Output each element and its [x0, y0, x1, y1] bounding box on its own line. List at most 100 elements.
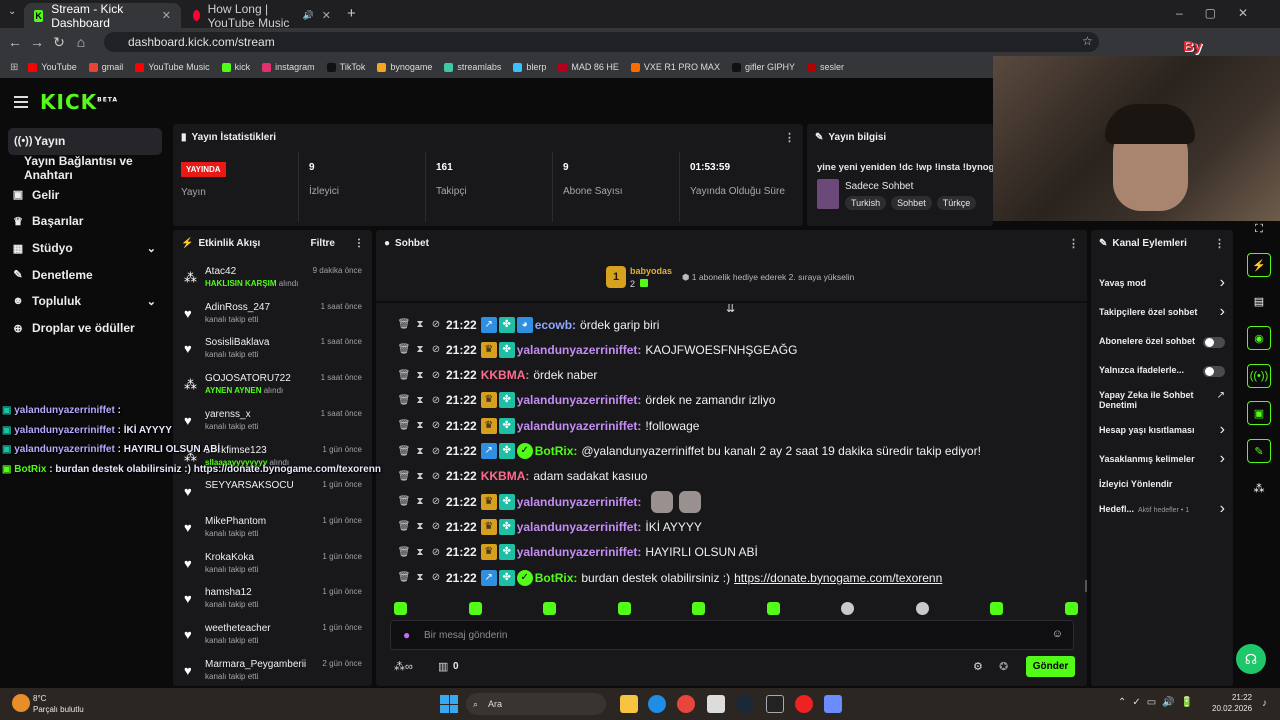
chat-username[interactable]: BotRix:	[535, 444, 578, 458]
chrome-icon[interactable]	[677, 695, 695, 713]
support-chat-icon[interactable]: ☊	[1236, 644, 1266, 674]
chevron-right-icon[interactable]: ›	[1220, 500, 1225, 518]
sidebar-item-droplar[interactable]: ⊕ Droplar ve ödüller	[0, 315, 170, 342]
channel-action-item[interactable]: Yavaş mod	[1099, 278, 1227, 288]
ban-icon[interactable]: ⊘	[428, 521, 444, 532]
chevron-right-icon[interactable]: ›	[1220, 450, 1225, 468]
wrench-icon[interactable]: ✎	[1247, 439, 1271, 463]
tab-search-icon[interactable]: ⌄	[8, 6, 16, 17]
quick-emote[interactable]	[1064, 602, 1078, 615]
chat-input-box[interactable]: ● Bir mesaj gönderin ☺	[390, 620, 1074, 650]
sidebar-item-stream-key[interactable]: Yayın Bağlantısı ve Anahtarı	[0, 154, 170, 182]
weather-temp[interactable]: 8°C	[33, 694, 46, 703]
chat-message[interactable]: 🗑 ⧗ ⊘ 21:22 ♛ ✤ yalandunyazerriniffet: !followa…	[396, 413, 699, 438]
channel-action-item[interactable]: Yasaklanmış kelimeler	[1099, 454, 1227, 464]
toggle-switch[interactable]	[1203, 366, 1225, 377]
channel-action-item[interactable]: Yapay Zeka ile Sohbet Denetimi	[1099, 390, 1227, 410]
filter-button[interactable]: Filtre	[311, 238, 335, 249]
chat-message[interactable]: 🗑 ⧗ ⊘ 21:22 ♛ ✤ yalandunyazerriniffet: İKİ AYYY…	[396, 514, 702, 539]
kebab-menu-icon[interactable]: ⋮	[354, 238, 364, 249]
timeout-icon[interactable]: ⧗	[412, 344, 428, 355]
activity-item[interactable]: ♥ AdinRoss_247 kanalı takip etti 1 saat önc…	[173, 298, 368, 334]
pinned-user[interactable]: babyodas	[630, 266, 672, 276]
timeout-icon[interactable]: ⧗	[412, 572, 428, 583]
bookmark-item[interactable]: VXE R1 PRO MAX	[630, 62, 720, 72]
system-tray-icons[interactable]: ⌃✓▭🔊🔋	[1118, 697, 1199, 708]
bookmark-item[interactable]: blerp	[513, 62, 546, 72]
chat-username[interactable]: yalandunyazerriniffet:	[517, 545, 642, 559]
epic-games-icon[interactable]	[766, 695, 784, 713]
bookmark-item[interactable]: gifler GIPHY	[731, 62, 795, 72]
ban-icon[interactable]: ⊘	[428, 572, 444, 583]
delete-icon[interactable]: 🗑	[396, 344, 412, 355]
edge-icon[interactable]	[648, 695, 666, 713]
activity-item[interactable]: ♥ weetheteacher kanalı takip etti 1 gün önc…	[173, 619, 368, 655]
timeout-icon[interactable]: ⧗	[412, 420, 428, 431]
notes-icon[interactable]: ▤	[1247, 289, 1271, 313]
bookmark-item[interactable]: sesler	[806, 62, 844, 72]
ban-icon[interactable]: ⊘	[428, 496, 444, 507]
bookmark-item[interactable]: TikTok	[326, 62, 365, 72]
quick-emote[interactable]	[841, 602, 854, 615]
apps-grid-icon[interactable]: ⊞	[10, 62, 18, 73]
chat-message[interactable]: 🗑 ⧗ ⊘ 21:22 KKBMA: ördek naber	[396, 363, 598, 388]
chat-message[interactable]: 🗑 ⧗ ⊘ 21:22 ↗ ✤ ✓ BotRix: burdan destek olabilir…	[396, 565, 942, 590]
ban-icon[interactable]: ⊘	[428, 370, 444, 381]
delete-icon[interactable]: 🗑	[396, 547, 412, 558]
reload-icon[interactable]: ↻	[48, 34, 70, 51]
chevron-right-icon[interactable]: ›	[1220, 303, 1225, 321]
weather-text[interactable]: Parçalı bulutlu	[33, 705, 84, 714]
channel-action-item[interactable]: İzleyici Yönlendir	[1099, 479, 1227, 489]
mod-shield-icon[interactable]: ✪	[999, 660, 1008, 673]
bookmark-item[interactable]: bynogame	[377, 62, 432, 72]
tab-kick-dashboard[interactable]: K Stream - Kick Dashboard ✕	[24, 2, 181, 30]
delete-icon[interactable]: 🗑	[396, 319, 412, 330]
steam-icon[interactable]	[736, 695, 754, 713]
delete-icon[interactable]: 🗑	[396, 521, 412, 532]
bookmark-item[interactable]: MAD 86 HE	[558, 62, 619, 72]
chat-scrollbar[interactable]	[1085, 580, 1087, 592]
store-icon[interactable]	[707, 695, 725, 713]
chat-username[interactable]: yalandunyazerriniffet:	[517, 419, 642, 433]
kebab-menu-icon[interactable]: ⋮	[1068, 237, 1079, 250]
fullscreen-icon[interactable]: ⛶	[1247, 217, 1271, 241]
lightning-icon[interactable]: ⚡	[1247, 253, 1271, 277]
bookmark-item[interactable]: gmail	[88, 62, 123, 72]
sidebar-item-gelir[interactable]: ▣ Gelir	[0, 181, 170, 208]
ban-icon[interactable]: ⊘	[428, 344, 444, 355]
chat-bubble-icon[interactable]: ◉	[1247, 326, 1271, 350]
chat-message[interactable]: 🗑 ⧗ ⊘ 21:22 ↗ ✤ ✓ BotRix: @yalandunyazerriniffet…	[396, 439, 981, 464]
chat-message[interactable]: 🗑 ⧗ ⊘ 21:22 KKBMA: adam sadakat kasıuo	[396, 464, 648, 489]
tab-youtube-music[interactable]: How Long | YouTube Music 🔊 ✕	[183, 2, 341, 30]
kick-logo[interactable]: KICKBETA	[40, 90, 118, 114]
sidebar-item-studyo[interactable]: ▦ Stüdyo ⌄	[0, 235, 170, 262]
external-link-icon[interactable]: ↗	[1217, 390, 1225, 401]
quick-emote[interactable]	[394, 602, 407, 615]
printer-icon[interactable]: ▣	[1247, 401, 1271, 425]
notification-bell-icon[interactable]: ♪	[1262, 698, 1267, 709]
chat-username[interactable]: KKBMA:	[481, 368, 530, 382]
close-icon[interactable]: ✕	[322, 9, 331, 22]
delete-icon[interactable]: 🗑	[396, 496, 412, 507]
chevron-right-icon[interactable]: ›	[1220, 421, 1225, 439]
taskbar-search[interactable]: ⌕ Ara	[466, 693, 606, 715]
timeout-icon[interactable]: ⧗	[412, 370, 428, 381]
back-icon[interactable]: ←	[4, 34, 26, 50]
bookmark-item[interactable]: kick	[221, 62, 250, 72]
bookmark-item[interactable]: YouTube	[28, 62, 77, 72]
sidebar-item-basarilar[interactable]: ♛ Başarılar	[0, 208, 170, 235]
tag[interactable]: Turkish	[845, 196, 887, 210]
sidebar-item-topluluk[interactable]: ☻ Topluluk ⌄	[0, 288, 170, 315]
bookmark-item[interactable]: instagram	[262, 62, 315, 72]
activity-item[interactable]: ♥ Marmara_Peygamberii kanalı takip etti 2 g…	[173, 655, 368, 686]
discord-icon[interactable]	[824, 695, 842, 713]
tag[interactable]: Sohbet	[891, 196, 932, 210]
tag[interactable]: Türkçe	[936, 196, 977, 210]
ban-icon[interactable]: ⊘	[428, 395, 444, 406]
timeout-icon[interactable]: ⧗	[412, 446, 428, 457]
home-icon[interactable]: ⌂	[70, 34, 92, 50]
chevron-right-icon[interactable]: ›	[1220, 274, 1225, 292]
activity-item[interactable]: ♥ hamsha12 kanalı takip etti 1 gün önce	[173, 583, 368, 619]
timeout-icon[interactable]: ⧗	[412, 319, 428, 330]
chat-message[interactable]: 🗑 ⧗ ⊘ 21:22 ♛ ✤ yalandunyazerriniffet:	[396, 489, 702, 514]
